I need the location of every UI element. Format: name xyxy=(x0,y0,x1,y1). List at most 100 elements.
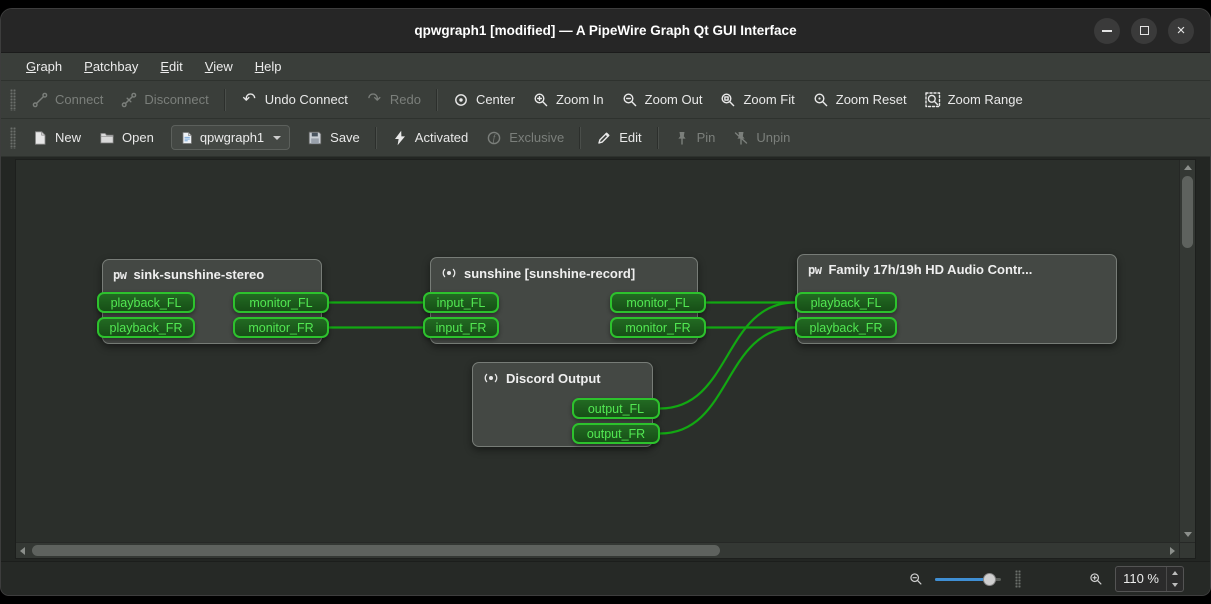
new-button[interactable]: New xyxy=(23,125,90,151)
graph-canvas[interactable]: pw sink-sunshine-stereo sunshine [sunshi… xyxy=(16,160,1179,542)
lightning-icon xyxy=(392,130,408,146)
unpin-icon xyxy=(733,130,749,146)
button-label: Pin xyxy=(697,130,716,145)
app-window: qpwgraph1 [modified] — A PipeWire Graph … xyxy=(0,8,1211,596)
button-label: Open xyxy=(122,130,154,145)
menubar: Graph Patchbay Edit View Help xyxy=(1,53,1210,81)
toolbar-separator xyxy=(224,89,226,111)
button-label: New xyxy=(55,130,81,145)
edit-button[interactable]: Edit xyxy=(587,125,650,151)
zoom-value[interactable]: 110 % xyxy=(1116,567,1166,591)
disconnect-button[interactable]: Disconnect xyxy=(112,87,217,113)
horizontal-scrollbar[interactable] xyxy=(16,543,1179,558)
save-icon xyxy=(307,130,323,146)
scroll-up-arrow[interactable] xyxy=(1184,165,1192,170)
button-label: Exclusive xyxy=(509,130,564,145)
chevron-down-icon xyxy=(273,136,281,140)
button-label: Center xyxy=(476,92,515,107)
center-icon xyxy=(453,92,469,108)
spin-up-button[interactable] xyxy=(1167,567,1183,579)
button-label: Edit xyxy=(619,130,641,145)
maximize-button[interactable] xyxy=(1131,18,1157,44)
menu-help[interactable]: Help xyxy=(244,53,293,80)
button-label: Undo Connect xyxy=(265,92,348,107)
vertical-scroll-thumb[interactable] xyxy=(1182,176,1193,248)
close-button[interactable]: × xyxy=(1168,18,1194,44)
disconnect-icon xyxy=(121,92,137,108)
open-folder-icon xyxy=(99,130,115,146)
content-area: pw sink-sunshine-stereo sunshine [sunshi… xyxy=(1,157,1210,561)
menu-edit[interactable]: Edit xyxy=(149,53,193,80)
slider-handle[interactable] xyxy=(983,573,996,586)
port-discord-output-fr[interactable]: output_FR xyxy=(572,423,660,444)
zoom-reset-button[interactable]: Zoom Reset xyxy=(804,87,916,113)
zoom-slider[interactable] xyxy=(935,571,1001,587)
button-label: Activated xyxy=(415,130,468,145)
vertical-scrollbar[interactable] xyxy=(1179,160,1195,542)
scroll-right-arrow[interactable] xyxy=(1170,547,1175,555)
zoom-out-icon[interactable] xyxy=(909,572,923,586)
scroll-down-arrow[interactable] xyxy=(1184,532,1192,537)
patchbay-combo[interactable]: qpwgraph1 xyxy=(171,125,290,150)
pin-button[interactable]: Pin xyxy=(665,125,725,151)
toolbar-grip[interactable] xyxy=(10,89,16,111)
wire-outputFR-playbackFR[interactable] xyxy=(660,328,795,434)
port-discord-output-fl[interactable]: output_FL xyxy=(572,398,660,419)
port-sunshine-input-fl[interactable]: input_FL xyxy=(423,292,499,313)
zoom-range-button[interactable]: Zoom Range xyxy=(916,87,1032,113)
port-sink-playback-fr[interactable]: playback_FR xyxy=(97,317,195,338)
toolbar-separator xyxy=(579,127,581,149)
port-family-playback-fr[interactable]: playback_FR xyxy=(795,317,897,338)
spin-buttons xyxy=(1166,567,1183,591)
port-sink-monitor-fr[interactable]: monitor_FR xyxy=(233,317,329,338)
unpin-button[interactable]: Unpin xyxy=(724,125,799,151)
menu-graph[interactable]: Graph xyxy=(15,53,73,80)
button-label: Save xyxy=(330,130,360,145)
spin-down-button[interactable] xyxy=(1167,579,1183,591)
window-title: qpwgraph1 [modified] — A PipeWire Graph … xyxy=(414,23,796,38)
button-label: Zoom Fit xyxy=(743,92,794,107)
svg-text:f: f xyxy=(493,133,497,143)
redo-button[interactable]: ↷ Redo xyxy=(357,87,430,113)
scroll-left-arrow[interactable] xyxy=(20,547,25,555)
combo-value: qpwgraph1 xyxy=(200,130,264,145)
button-label: Unpin xyxy=(756,130,790,145)
activated-button[interactable]: Activated xyxy=(383,125,477,151)
triangle-up-icon xyxy=(1172,571,1178,575)
titlebar[interactable]: qpwgraph1 [modified] — A PipeWire Graph … xyxy=(1,9,1210,53)
zoom-in-icon[interactable] xyxy=(1089,572,1103,586)
open-button[interactable]: Open xyxy=(90,125,163,151)
canvas-frame: pw sink-sunshine-stereo sunshine [sunshi… xyxy=(15,159,1196,559)
zoom-out-icon xyxy=(622,92,638,108)
port-sunshine-monitor-fr[interactable]: monitor_FR xyxy=(610,317,706,338)
port-sunshine-monitor-fl[interactable]: monitor_FL xyxy=(610,292,706,313)
zoom-out-button[interactable]: Zoom Out xyxy=(613,87,712,113)
patchbay-file-icon xyxy=(180,131,194,145)
triangle-down-icon xyxy=(1172,583,1178,587)
zoom-fit-button[interactable]: Zoom Fit xyxy=(711,87,803,113)
exclusive-button[interactable]: f Exclusive xyxy=(477,125,573,151)
statusbar-grip[interactable] xyxy=(1015,570,1021,588)
zoom-in-icon xyxy=(533,92,549,108)
center-button[interactable]: Center xyxy=(444,87,524,113)
port-sink-monitor-fl[interactable]: monitor_FL xyxy=(233,292,329,313)
zoom-in-button[interactable]: Zoom In xyxy=(524,87,613,113)
connect-button[interactable]: Connect xyxy=(23,87,112,113)
horizontal-scroll-thumb[interactable] xyxy=(32,545,720,556)
port-sink-playback-fl[interactable]: playback_FL xyxy=(97,292,195,313)
window-controls: × xyxy=(1094,18,1194,44)
minimize-icon xyxy=(1102,30,1112,32)
port-sunshine-input-fr[interactable]: input_FR xyxy=(423,317,499,338)
menu-patchbay[interactable]: Patchbay xyxy=(73,53,149,80)
undo-connect-button[interactable]: ↶ Undo Connect xyxy=(232,87,357,113)
toolbar-separator xyxy=(375,127,377,149)
zoom-range-icon xyxy=(925,92,941,108)
save-button[interactable]: Save xyxy=(298,125,369,151)
zoom-fit-icon xyxy=(720,92,736,108)
menu-view[interactable]: View xyxy=(194,53,244,80)
slider-fill xyxy=(935,578,989,581)
toolbar-grip[interactable] xyxy=(10,127,16,149)
zoom-spinbox[interactable]: 110 % xyxy=(1115,566,1184,592)
minimize-button[interactable] xyxy=(1094,18,1120,44)
port-family-playback-fl[interactable]: playback_FL xyxy=(795,292,897,313)
